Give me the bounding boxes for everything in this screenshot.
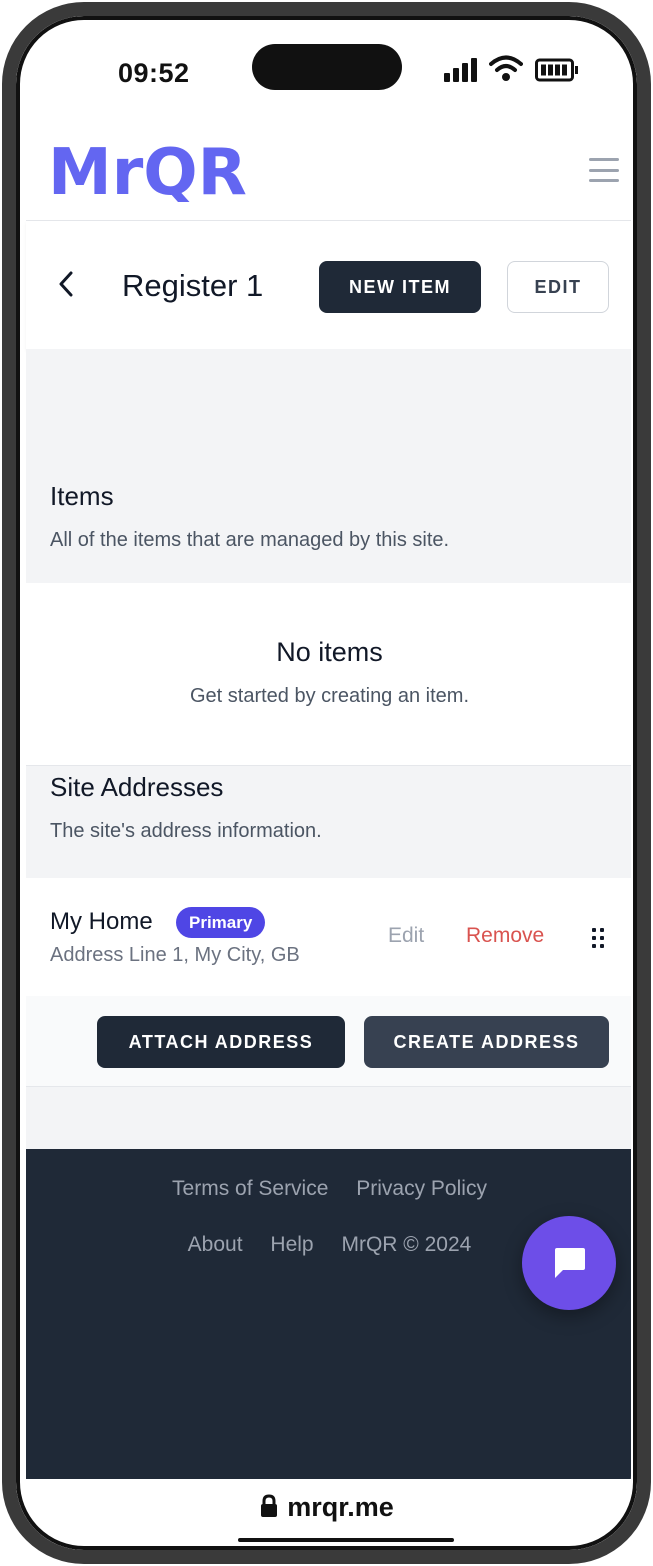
browser-url-bar[interactable]: mrqr.me (22, 1492, 631, 1525)
chat-bubble-icon (555, 1248, 585, 1278)
addresses-description: The site's address information. (50, 820, 322, 842)
status-time: 09:52 (118, 58, 190, 88)
battery-icon (535, 58, 579, 82)
privacy-link[interactable]: Privacy Policy (356, 1177, 487, 1201)
url-text: mrqr.me (287, 1492, 394, 1522)
address-actions-bar: ATTACH ADDRESS CREATE ADDRESS (26, 996, 631, 1087)
chat-button[interactable] (522, 1216, 616, 1310)
footer: Terms of Service Privacy Policy About He… (26, 1149, 631, 1479)
content-spacer (26, 1087, 631, 1149)
empty-title: No items (276, 637, 383, 667)
address-edit-link[interactable]: Edit (388, 924, 424, 948)
phone-frame: 09:52 MrQR Register 1 NEW ITEM EDIT Item… (2, 2, 651, 1564)
phone-screen: 09:52 MrQR Register 1 NEW ITEM EDIT Item… (22, 22, 631, 1544)
dynamic-island (252, 44, 402, 90)
lock-icon (259, 1494, 279, 1525)
signal-icon (444, 56, 477, 82)
items-description: All of the items that are managed by thi… (50, 529, 450, 551)
items-section-header: Items All of the items that are managed … (26, 349, 631, 583)
empty-subtitle: Get started by creating an item. (189, 685, 470, 707)
attach-address-button[interactable]: ATTACH ADDRESS (97, 1016, 345, 1068)
drag-handle-icon[interactable] (592, 928, 604, 948)
page-title: Register 1 (122, 268, 264, 303)
address-name: My Home (50, 908, 153, 935)
back-chevron-icon[interactable] (58, 271, 74, 302)
top-navbar: MrQR (26, 120, 631, 221)
address-row: My Home Primary Address Line 1, My City,… (26, 878, 631, 996)
page-heading-bar: Register 1 NEW ITEM EDIT (26, 221, 631, 349)
terms-link[interactable]: Terms of Service (172, 1177, 328, 1201)
create-address-button[interactable]: CREATE ADDRESS (364, 1016, 609, 1068)
hamburger-menu-icon[interactable] (589, 158, 619, 182)
primary-badge: Primary (176, 907, 266, 938)
logo-text: MrQR (48, 140, 247, 202)
wifi-icon (489, 54, 523, 82)
status-icons (444, 54, 579, 82)
address-line: Address Line 1, My City, GB (50, 944, 300, 966)
addresses-title: Site Addresses (50, 772, 224, 802)
footer-row-legal: Terms of Service Privacy Policy (26, 1177, 631, 1201)
home-indicator (238, 1538, 454, 1542)
items-title: Items (50, 481, 114, 511)
new-item-button[interactable]: NEW ITEM (319, 261, 481, 313)
about-link[interactable]: About (188, 1233, 243, 1257)
help-link[interactable]: Help (270, 1233, 313, 1257)
address-remove-link[interactable]: Remove (466, 924, 544, 948)
items-empty-state: No items Get started by creating an item… (26, 583, 631, 766)
edit-button[interactable]: EDIT (507, 261, 609, 313)
copyright-text: MrQR © 2024 (341, 1233, 472, 1256)
mrqr-logo[interactable]: MrQR (48, 136, 294, 210)
addresses-section-header: Site Addresses The site's address inform… (26, 766, 631, 878)
